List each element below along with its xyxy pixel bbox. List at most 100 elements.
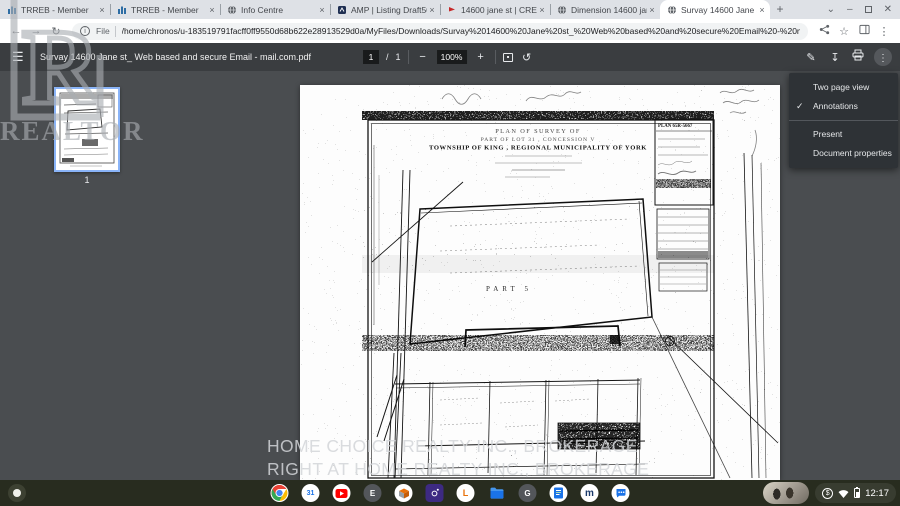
tab-dimension[interactable]: Dimension 14600 jane × (550, 0, 660, 19)
menu-item-present[interactable]: Present (789, 125, 898, 144)
youtube-icon[interactable] (333, 484, 351, 502)
tab-label: TRREB - Member (131, 5, 207, 15)
mail-app-icon[interactable]: m (581, 484, 599, 502)
survey-title-line2: PART OF LOT 31 , CONCESSION V (481, 137, 596, 143)
battery-icon (854, 488, 860, 498)
wifi-icon (838, 489, 849, 498)
close-icon[interactable]: × (97, 5, 107, 15)
tab-info-centre[interactable]: Info Centre × (220, 0, 330, 19)
side-panel-icon[interactable] (854, 24, 874, 38)
files-app-icon[interactable] (488, 484, 506, 502)
annotate-pencil-icon[interactable]: ✎ (804, 51, 818, 64)
pdf-more-menu: Two page view ✓ Annotations Present Docu… (789, 73, 898, 168)
menu-item-two-page-view[interactable]: Two page view (789, 78, 898, 97)
plan-number: PLAN 65R-5667 (658, 124, 693, 129)
reload-button[interactable]: ↻ (46, 25, 66, 38)
share-icon[interactable] (814, 24, 834, 38)
document-app-icon[interactable] (550, 484, 568, 502)
tab-survey-active[interactable]: Survay 14600 Jane st_ × (660, 0, 770, 19)
fit-to-page-icon[interactable] (503, 53, 513, 62)
part-label: PART 5 (486, 285, 532, 293)
chat-app-icon[interactable] (612, 484, 630, 502)
close-icon[interactable]: × (647, 5, 657, 15)
divider (408, 50, 409, 64)
divider (495, 50, 496, 64)
menu-item-label: Document properties (813, 148, 892, 158)
rotate-icon[interactable]: ↺ (520, 51, 534, 64)
bookmark-star-icon[interactable]: ☆ (834, 25, 854, 38)
e-app-icon[interactable]: E (364, 484, 382, 502)
crea-icon (447, 5, 457, 15)
survey-title-line3: TOWNSHIP OF KING , REGIONAL MUNICIPALITY… (429, 145, 647, 152)
close-window-button[interactable]: ✕ (884, 5, 892, 15)
close-icon[interactable]: × (757, 5, 767, 15)
g-app-letter: G (524, 489, 530, 498)
user-avatar[interactable] (763, 482, 809, 504)
calendar-icon[interactable]: 31 (302, 484, 320, 502)
print-icon[interactable] (852, 48, 864, 66)
restore-button[interactable] (865, 6, 872, 13)
page-thumbnail[interactable] (54, 87, 120, 172)
system-tray[interactable]: $ 12:17 (815, 483, 896, 503)
chrome-icon[interactable] (271, 484, 289, 502)
menu-item-label: Annotations (813, 101, 858, 111)
zoom-out-button[interactable]: − (416, 51, 430, 63)
launcher-button[interactable] (8, 484, 26, 502)
trreb-icon (117, 5, 127, 15)
package-app-icon[interactable] (395, 484, 413, 502)
download-icon[interactable]: ↧ (828, 51, 842, 64)
close-icon[interactable]: × (427, 5, 437, 15)
browser-toolbar: ← → ↻ i File /home/chronos/u-183519791fa… (0, 19, 900, 43)
currency-badge-icon: $ (822, 488, 833, 499)
chevron-down-icon[interactable]: ⌄ (827, 5, 835, 15)
globe-icon (227, 5, 237, 15)
clock: 12:17 (865, 488, 889, 499)
new-tab-button[interactable]: + (770, 0, 790, 19)
minimize-button[interactable]: – (847, 5, 853, 15)
close-icon[interactable]: × (537, 5, 547, 15)
calendar-day: 31 (307, 490, 315, 497)
pdf-viewer-area: 1 (0, 71, 900, 480)
e-app-letter: E (370, 489, 375, 498)
close-icon[interactable]: × (317, 5, 327, 15)
zoom-level[interactable]: 100% (437, 50, 467, 64)
status-area[interactable]: $ 12:17 (763, 482, 896, 504)
trreb-icon (7, 5, 17, 15)
menu-item-label: Two page view (813, 82, 869, 92)
tab-trreb-2[interactable]: TRREB - Member × (110, 0, 220, 19)
menu-item-annotations[interactable]: ✓ Annotations (789, 97, 898, 116)
pdf-page-controls: 1 / 1 − 100% + ↺ (363, 43, 534, 71)
globe-icon (557, 5, 567, 15)
menu-item-document-properties[interactable]: Document properties (789, 144, 898, 163)
thumbnail-page-number: 1 (54, 175, 120, 185)
thumbnail-preview (56, 89, 118, 170)
tab-trreb-1[interactable]: TRREB - Member × (0, 0, 110, 19)
google-app-icon[interactable]: G (519, 484, 537, 502)
mail-app-letter: m (585, 488, 594, 499)
pdf-more-menu-button[interactable]: ⋮ (874, 48, 892, 66)
tab-crea[interactable]: 14600 jane st | CREA W × (440, 0, 550, 19)
photos-app-icon[interactable] (426, 484, 444, 502)
l-app-icon[interactable]: L (457, 484, 475, 502)
pdf-page[interactable]: PLAN OF SURVEY OF PART OF LOT 31 , CONCE… (300, 85, 780, 480)
survey-drawing: PLAN OF SURVEY OF PART OF LOT 31 , CONCE… (300, 85, 780, 480)
globe-icon (667, 5, 677, 15)
hamburger-menu-icon[interactable]: ☰ (12, 49, 30, 65)
pdf-toolbar: ☰ Survay 14600 Jane st_ Web based and se… (0, 43, 900, 71)
forward-button[interactable]: → (26, 25, 46, 37)
address-bar[interactable]: i File /home/chronos/u-183519791facff0ff… (72, 23, 808, 40)
back-button[interactable]: ← (6, 25, 26, 37)
menu-separator (789, 120, 898, 121)
menu-item-label: Present (813, 129, 842, 139)
page-number-input[interactable]: 1 (363, 50, 379, 64)
zoom-in-button[interactable]: + (474, 51, 488, 63)
browser-menu-icon[interactable]: ⋮ (874, 25, 894, 38)
survey-title-line1: PLAN OF SURVEY OF (495, 128, 581, 135)
page-divider: / (386, 52, 389, 62)
tab-label: Dimension 14600 jane (571, 5, 647, 15)
tab-label: 14600 jane st | CREA W (461, 5, 537, 15)
close-icon[interactable]: × (207, 5, 217, 15)
tab-label: Survay 14600 Jane st_ (681, 5, 757, 15)
tab-amp-listing[interactable]: AMP | Listing Draft50 × (330, 0, 440, 19)
info-icon[interactable]: i (80, 26, 90, 36)
